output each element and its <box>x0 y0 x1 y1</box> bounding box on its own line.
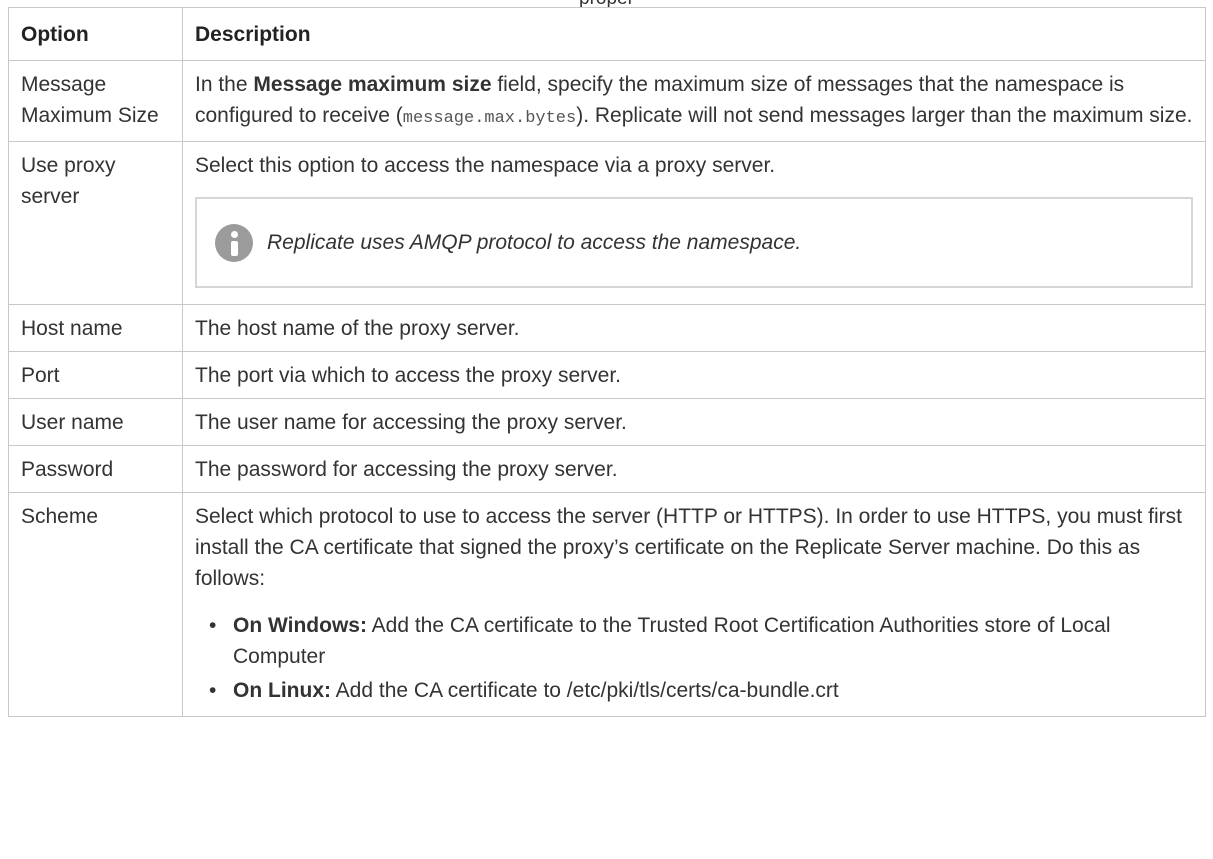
description-text: Select which protocol to use to access t… <box>195 505 1182 590</box>
description-cell: The host name of the proxy server. <box>182 304 1206 352</box>
table-row: Message Maximum Size In the Message maxi… <box>8 60 1206 142</box>
list-item-label: On Windows: <box>233 614 367 637</box>
table-row: Host name The host name of the proxy ser… <box>8 304 1206 352</box>
option-cell: Message Maximum Size <box>8 60 183 142</box>
description-cell: The password for accessing the proxy ser… <box>182 445 1206 493</box>
option-cell: Port <box>8 351 183 399</box>
table-header-row: Option Description <box>8 7 1206 61</box>
list-item-label: On Linux: <box>233 679 331 702</box>
option-cell: User name <box>8 398 183 446</box>
description-column-header: Description <box>182 7 1206 61</box>
code-snippet: message.max.bytes <box>402 109 577 128</box>
field-name-bold: Message maximum size <box>253 73 492 96</box>
description-cell: In the Message maximum size field, speci… <box>182 60 1206 142</box>
text-segment: In the <box>195 73 254 96</box>
option-cell: Host name <box>8 304 183 352</box>
option-column-header: Option <box>8 7 183 61</box>
note-text: Replicate uses AMQP protocol to access t… <box>267 231 802 254</box>
table-row: User name The user name for accessing th… <box>8 398 1206 446</box>
description-cell: Select which protocol to use to access t… <box>182 492 1206 717</box>
platform-list: On Windows: Add the CA certificate to th… <box>195 610 1193 706</box>
description-cell: The user name for accessing the proxy se… <box>182 398 1206 446</box>
list-item-text: Add the CA certificate to /etc/pki/tls/c… <box>331 679 839 702</box>
description-text: Select this option to access the namespa… <box>195 154 776 177</box>
table-row: Password The password for accessing the … <box>8 445 1206 493</box>
table-row: Port The port via which to access the pr… <box>8 351 1206 399</box>
list-item: On Windows: Add the CA certificate to th… <box>209 610 1193 672</box>
option-cell: Scheme <box>8 492 183 717</box>
description-cell: Select this option to access the namespa… <box>182 141 1206 305</box>
table-caption-fragment: proper <box>0 0 1213 7</box>
description-text: In the Message maximum size field, speci… <box>195 69 1193 134</box>
text-segment: ). Replicate will not send messages larg… <box>576 104 1193 127</box>
info-icon <box>215 223 253 262</box>
list-item: On Linux: Add the CA certificate to /etc… <box>209 675 1193 706</box>
options-table: Option Description Message Maximum Size … <box>8 7 1206 717</box>
note-box: Replicate uses AMQP protocol to access t… <box>195 197 1193 288</box>
option-cell: Use proxy server <box>8 141 183 305</box>
table-row: Use proxy server Select this option to a… <box>8 141 1206 305</box>
description-cell: The port via which to access the proxy s… <box>182 351 1206 399</box>
option-cell: Password <box>8 445 183 493</box>
table-row: Scheme Select which protocol to use to a… <box>8 492 1206 717</box>
